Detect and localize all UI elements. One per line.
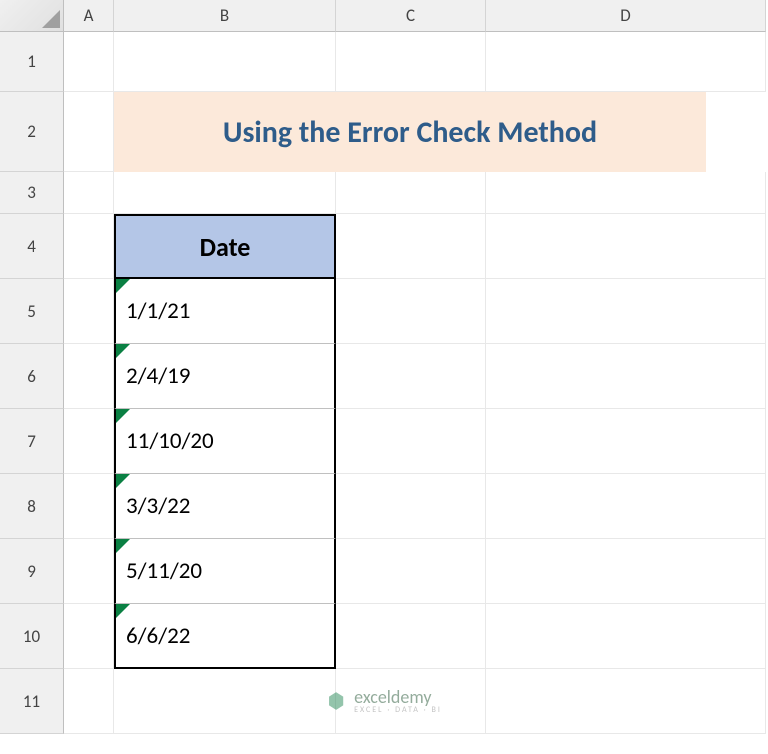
cell-a9[interactable] bbox=[64, 539, 114, 604]
cell-c5[interactable] bbox=[336, 279, 486, 344]
cell-d7[interactable] bbox=[486, 409, 766, 474]
cell-d4[interactable] bbox=[486, 214, 766, 279]
spreadsheet-grid: A B C D 1 2 Using the Error Check Method… bbox=[0, 0, 768, 734]
error-indicator-icon[interactable] bbox=[116, 539, 130, 553]
error-indicator-icon[interactable] bbox=[116, 409, 130, 423]
cell-b7[interactable]: 11/10/20 bbox=[114, 409, 336, 474]
cell-c4[interactable] bbox=[336, 214, 486, 279]
cell-a5[interactable] bbox=[64, 279, 114, 344]
col-header-d[interactable]: D bbox=[486, 0, 766, 32]
cell-value: 11/10/20 bbox=[126, 427, 214, 455]
watermark: exceldemy EXCEL · DATA · BI bbox=[326, 688, 442, 714]
cell-c6[interactable] bbox=[336, 344, 486, 409]
cell-d3[interactable] bbox=[486, 172, 766, 214]
row-header-7[interactable]: 7 bbox=[0, 409, 64, 474]
cell-d11[interactable] bbox=[486, 669, 766, 734]
cell-b8[interactable]: 3/3/22 bbox=[114, 474, 336, 539]
cell-a4[interactable] bbox=[64, 214, 114, 279]
cell-c9[interactable] bbox=[336, 539, 486, 604]
watermark-cube-icon bbox=[326, 691, 346, 711]
error-indicator-icon[interactable] bbox=[116, 279, 130, 293]
row-header-10[interactable]: 10 bbox=[0, 604, 64, 669]
cell-a3[interactable] bbox=[64, 172, 114, 214]
select-all-corner[interactable] bbox=[0, 0, 64, 32]
cell-a11[interactable] bbox=[64, 669, 114, 734]
cell-value: 3/3/22 bbox=[126, 492, 190, 520]
cell-b10[interactable]: 6/6/22 bbox=[114, 604, 336, 669]
table-header[interactable]: Date bbox=[114, 214, 336, 279]
cell-b5[interactable]: 1/1/21 bbox=[114, 279, 336, 344]
cell-a10[interactable] bbox=[64, 604, 114, 669]
col-header-a[interactable]: A bbox=[64, 0, 114, 32]
cell-value: 2/4/19 bbox=[126, 362, 190, 390]
row-header-4[interactable]: 4 bbox=[0, 214, 64, 279]
row-header-2[interactable]: 2 bbox=[0, 92, 64, 172]
cell-a8[interactable] bbox=[64, 474, 114, 539]
cell-a6[interactable] bbox=[64, 344, 114, 409]
cell-value: 6/6/22 bbox=[126, 622, 190, 650]
col-header-c[interactable]: C bbox=[336, 0, 486, 32]
cell-c7[interactable] bbox=[336, 409, 486, 474]
cell-c3[interactable] bbox=[336, 172, 486, 214]
cell-d10[interactable] bbox=[486, 604, 766, 669]
cell-b6[interactable]: 2/4/19 bbox=[114, 344, 336, 409]
cell-c1[interactable] bbox=[336, 32, 486, 92]
cell-a7[interactable] bbox=[64, 409, 114, 474]
cell-d1[interactable] bbox=[486, 32, 766, 92]
cell-d6[interactable] bbox=[486, 344, 766, 409]
row-header-6[interactable]: 6 bbox=[0, 344, 64, 409]
row-header-3[interactable]: 3 bbox=[0, 172, 64, 214]
row-header-5[interactable]: 5 bbox=[0, 279, 64, 344]
col-header-b[interactable]: B bbox=[114, 0, 336, 32]
cell-d8[interactable] bbox=[486, 474, 766, 539]
title-text: Using the Error Check Method bbox=[223, 114, 597, 151]
title-merged-cell[interactable]: Using the Error Check Method bbox=[114, 92, 706, 172]
cell-d9[interactable] bbox=[486, 539, 766, 604]
cell-d5[interactable] bbox=[486, 279, 766, 344]
cell-c8[interactable] bbox=[336, 474, 486, 539]
row-header-1[interactable]: 1 bbox=[0, 32, 64, 92]
error-indicator-icon[interactable] bbox=[116, 344, 130, 358]
watermark-main: exceldemy bbox=[354, 688, 442, 706]
error-indicator-icon[interactable] bbox=[116, 604, 130, 618]
cell-b11[interactable] bbox=[114, 669, 336, 734]
cell-b3[interactable] bbox=[114, 172, 336, 214]
cell-a1[interactable] bbox=[64, 32, 114, 92]
watermark-sub: EXCEL · DATA · BI bbox=[354, 706, 442, 714]
cell-value: 5/11/20 bbox=[126, 557, 202, 585]
row-header-9[interactable]: 9 bbox=[0, 539, 64, 604]
cell-value: 1/1/21 bbox=[126, 297, 190, 325]
row-header-8[interactable]: 8 bbox=[0, 474, 64, 539]
cell-a2[interactable] bbox=[64, 92, 114, 172]
cell-c10[interactable] bbox=[336, 604, 486, 669]
cell-b1[interactable] bbox=[114, 32, 336, 92]
cell-b9[interactable]: 5/11/20 bbox=[114, 539, 336, 604]
row-header-11[interactable]: 11 bbox=[0, 669, 64, 734]
error-indicator-icon[interactable] bbox=[116, 474, 130, 488]
